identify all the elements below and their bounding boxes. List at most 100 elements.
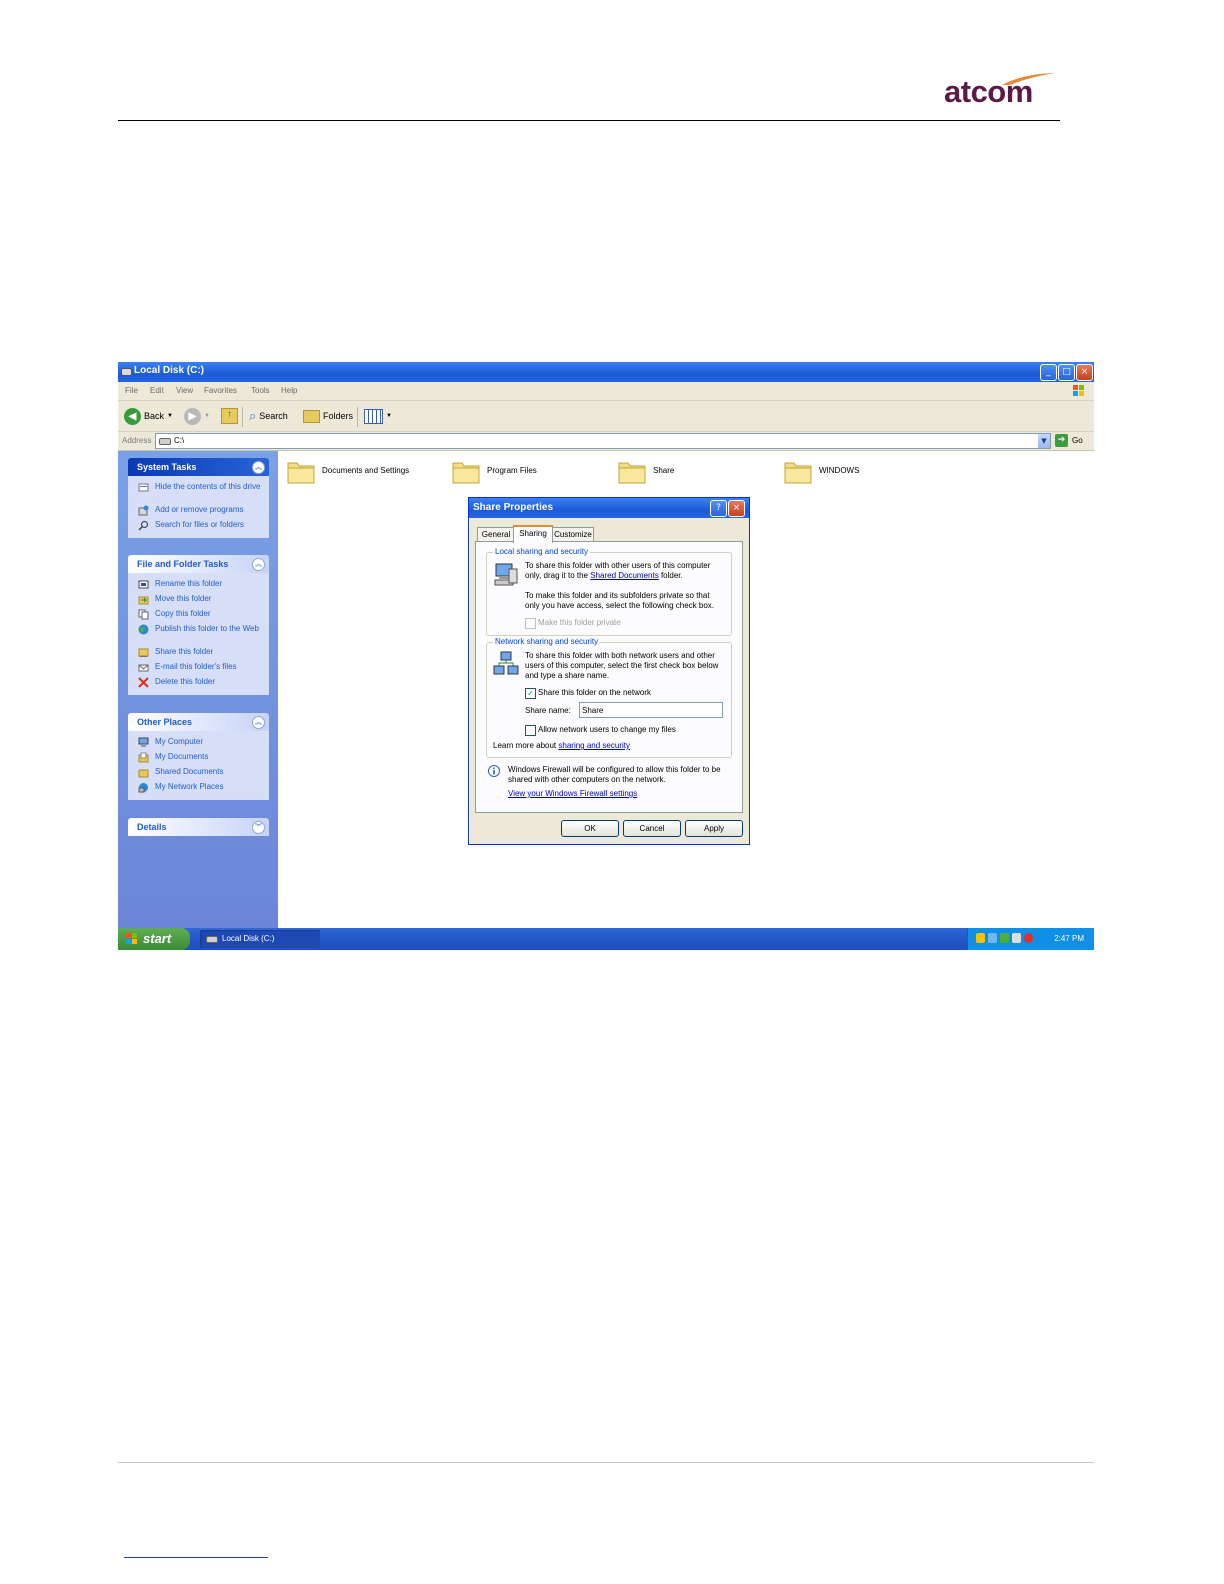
minimize-button[interactable]: _ — [1040, 364, 1057, 381]
share-folder-icon — [138, 648, 149, 657]
system-tasks-header[interactable]: System Tasks ︽ — [128, 458, 269, 476]
task-move-folder[interactable]: Move this folder — [128, 593, 269, 608]
place-my-documents[interactable]: My Documents — [128, 751, 269, 766]
windows-flag-icon — [126, 933, 137, 944]
go-button[interactable]: Go — [1072, 436, 1083, 445]
file-folder-tasks-header[interactable]: File and Folder Tasks ︽ — [128, 555, 269, 573]
ok-button[interactable]: OK — [561, 820, 619, 837]
back-arrow-icon: ◀ — [124, 407, 141, 425]
start-label: start — [143, 931, 172, 946]
task-hide-contents[interactable]: Hide the contents of this drive — [128, 481, 269, 504]
expand-icon[interactable]: ︾ — [252, 821, 265, 834]
start-button[interactable]: start — [118, 928, 190, 950]
toolbar: ◀ Back ▼ ▶ ▼ ↑ ⌕ Search Folders ▼ — [118, 401, 1094, 432]
task-add-remove-programs[interactable]: Add or remove programs — [128, 504, 269, 519]
sharing-security-link[interactable]: sharing and security — [558, 741, 630, 750]
task-delete-folder[interactable]: Delete this folder — [128, 676, 269, 691]
close-button[interactable]: × — [1076, 364, 1093, 381]
other-places-header[interactable]: Other Places ︽ — [128, 713, 269, 731]
local-sharing-label: Local sharing and security — [493, 547, 590, 556]
explorer-window: Local Disk (C:) _ □ × File Edit View Fav… — [118, 362, 1094, 950]
make-private-checkbox[interactable] — [525, 618, 536, 629]
network-places-icon — [138, 783, 148, 793]
views-icon — [364, 408, 383, 424]
share-on-network-checkbox[interactable]: ✓ — [525, 688, 536, 699]
back-button[interactable]: ◀ Back ▼ — [124, 407, 173, 425]
allow-change-checkbox[interactable] — [525, 725, 536, 736]
atcom-logo: atcom — [944, 72, 1060, 109]
folders-icon — [303, 409, 320, 423]
other-places-panel: Other Places ︽ My Computer My Documents … — [128, 713, 269, 800]
collapse-icon[interactable]: ︽ — [252, 716, 265, 729]
details-panel: Details ︾ — [128, 818, 269, 836]
tab-general[interactable]: General — [477, 527, 515, 541]
network-sharing-text: To share this folder with both network u… — [525, 651, 719, 680]
task-publish-folder[interactable]: Publish this folder to the Web — [128, 623, 269, 646]
address-label: Address — [122, 436, 152, 445]
tray-network-icon[interactable] — [1000, 933, 1009, 943]
system-tasks-panel: System Tasks ︽ Hide the contents of this… — [128, 458, 269, 538]
folder-item[interactable]: Share — [617, 456, 777, 490]
menu-tools[interactable]: Tools — [251, 386, 270, 395]
place-my-computer[interactable]: My Computer — [128, 736, 269, 751]
task-email-files[interactable]: E-mail this folder's files — [128, 661, 269, 676]
hide-contents-icon — [138, 483, 149, 492]
folder-item[interactable]: Documents and Settings — [286, 456, 446, 490]
collapse-icon[interactable]: ︽ — [252, 558, 265, 571]
menu-edit[interactable]: Edit — [150, 386, 164, 395]
share-name-label: Share name: — [525, 706, 571, 715]
address-input[interactable]: C:\ ▼ — [155, 433, 1051, 449]
rename-icon — [138, 580, 149, 589]
folder-item[interactable]: WINDOWS — [783, 456, 943, 490]
task-search-files[interactable]: Search for files or folders — [128, 519, 269, 534]
taskbar-item-local-disk[interactable]: Local Disk (C:) — [200, 930, 320, 948]
file-folder-tasks-title: File and Folder Tasks — [137, 559, 229, 569]
task-copy-folder[interactable]: Copy this folder — [128, 608, 269, 623]
task-share-folder[interactable]: Share this folder — [128, 646, 269, 661]
tray-connection-icon[interactable] — [1012, 933, 1021, 943]
tray-app-icon[interactable] — [988, 933, 997, 943]
place-my-network-places[interactable]: My Network Places — [128, 781, 269, 796]
footer-link-underline — [124, 1557, 268, 1558]
task-rename-folder[interactable]: Rename this folder — [128, 578, 269, 593]
menu-view[interactable]: View — [176, 386, 193, 395]
local-sharing-group: Local sharing and security To share this… — [486, 547, 732, 636]
menu-file[interactable]: File — [125, 386, 138, 395]
place-shared-documents[interactable]: Shared Documents — [128, 766, 269, 781]
details-title: Details — [137, 822, 167, 832]
move-folder-icon — [138, 596, 149, 605]
share-properties-dialog: Share Properties ? × General Sharing Cus… — [468, 497, 750, 845]
firewall-settings-link[interactable]: View your Windows Firewall settings — [508, 789, 637, 799]
views-button[interactable]: ▼ — [364, 407, 392, 425]
up-folder-button[interactable]: ↑ — [221, 407, 238, 425]
forward-button[interactable]: ▶ ▼ — [184, 407, 210, 425]
apply-button[interactable]: Apply — [685, 820, 743, 837]
shared-documents-link[interactable]: Shared Documents — [590, 571, 658, 580]
help-button[interactable]: ? — [710, 500, 727, 517]
dialog-close-button[interactable]: × — [728, 500, 745, 517]
search-icon: ⌕ — [249, 408, 257, 423]
shared-documents-icon — [138, 769, 149, 778]
tab-sharing[interactable]: Sharing — [513, 525, 553, 543]
search-button[interactable]: ⌕ Search — [249, 407, 288, 425]
share-name-input[interactable]: Share — [579, 702, 723, 718]
go-arrow-icon[interactable]: ➔ — [1055, 434, 1068, 447]
private-folder-text: To make this folder and its subfolders p… — [525, 591, 714, 610]
drive-icon — [206, 936, 218, 943]
cancel-button[interactable]: Cancel — [623, 820, 681, 837]
tab-customize[interactable]: Customize — [552, 527, 594, 541]
collapse-icon[interactable]: ︽ — [252, 461, 265, 474]
folders-button[interactable]: Folders — [303, 407, 353, 425]
menu-bar: File Edit View Favorites Tools Help — [118, 382, 1094, 401]
address-dropdown-icon[interactable]: ▼ — [1038, 434, 1050, 448]
network-sharing-group: Network sharing and security To share th… — [486, 637, 732, 758]
folder-item[interactable]: Program Files — [451, 456, 611, 490]
window-titlebar[interactable]: Local Disk (C:) _ □ × — [118, 362, 1094, 382]
tray-alert-icon[interactable] — [1024, 933, 1033, 943]
maximize-button[interactable]: □ — [1058, 364, 1075, 381]
security-shield-icon[interactable] — [976, 933, 985, 943]
menu-help[interactable]: Help — [281, 386, 297, 395]
dialog-titlebar[interactable]: Share Properties ? × — [469, 498, 749, 518]
details-header[interactable]: Details ︾ — [128, 818, 269, 836]
menu-favorites[interactable]: Favorites — [204, 386, 237, 395]
